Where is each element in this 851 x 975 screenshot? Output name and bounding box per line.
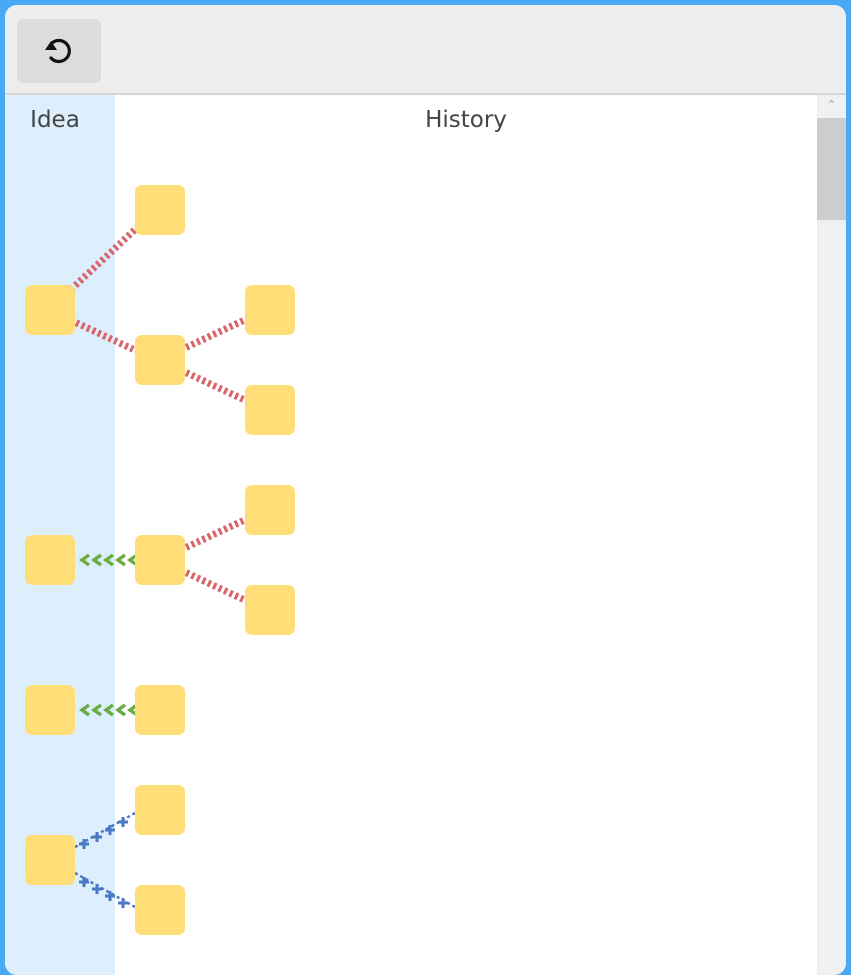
history-node[interactable]	[135, 335, 185, 385]
idea-node[interactable]	[25, 835, 75, 885]
idea-node[interactable]	[25, 535, 75, 585]
history-node[interactable]	[135, 785, 185, 835]
vertical-scrollbar[interactable]: ⌃	[817, 95, 846, 975]
history-node[interactable]	[245, 385, 295, 435]
toolbar	[5, 5, 846, 95]
history-node[interactable]	[245, 285, 295, 335]
idea-node[interactable]	[25, 685, 75, 735]
history-node[interactable]	[135, 185, 185, 235]
link-green-chevrons	[78, 703, 139, 717]
scroll-up-icon[interactable]: ⌃	[817, 95, 846, 115]
graph-area: Idea History ⌃	[5, 95, 846, 975]
history-node[interactable]	[135, 885, 185, 935]
history-node[interactable]	[135, 535, 185, 585]
link-group-green	[78, 553, 139, 717]
history-node[interactable]	[245, 585, 295, 635]
link-green-chevrons	[78, 553, 139, 567]
history-node[interactable]	[245, 485, 295, 535]
app-window: Idea History ⌃	[5, 5, 846, 975]
link-group-blue	[74, 811, 136, 909]
idea-node[interactable]	[25, 285, 75, 335]
scrollbar-thumb[interactable]	[817, 118, 846, 220]
history-graph	[25, 185, 295, 935]
rotate-ccw-icon	[45, 38, 71, 64]
reset-button[interactable]	[17, 19, 101, 83]
history-node[interactable]	[135, 685, 185, 735]
node-group	[25, 185, 295, 935]
